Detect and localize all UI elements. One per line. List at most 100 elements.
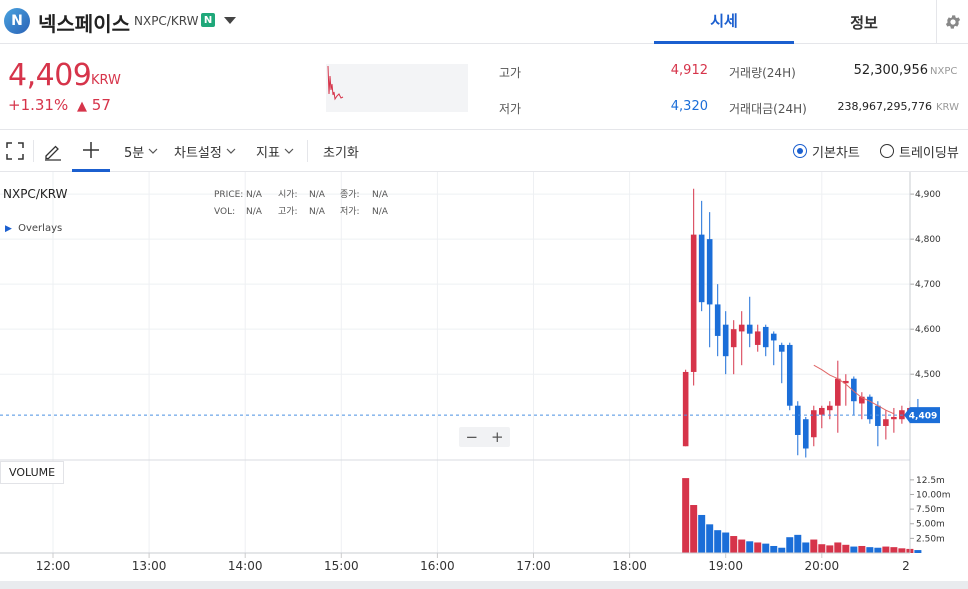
candle-body: [698, 234, 705, 303]
amount-24h-unit: KRW: [936, 102, 959, 113]
volume-bar: [770, 545, 778, 553]
volume-bar: [842, 544, 850, 553]
tradingview-radio[interactable]: 트레이딩뷰: [880, 130, 959, 172]
draw-pencil-icon[interactable]: [43, 130, 63, 172]
radio-selected-icon: [793, 144, 807, 158]
legend-vol-value: N/A: [246, 207, 262, 217]
y-axis-label: 4,600: [915, 325, 941, 335]
basic-chart-label: 기본차트: [812, 145, 860, 161]
chevron-down-icon: [226, 148, 236, 154]
candle-body: [738, 324, 745, 332]
y-axis-label: 4,700: [915, 280, 941, 290]
reset-button[interactable]: 초기화: [323, 130, 359, 172]
chart-svg[interactable]: 12:00 13:00 14:00 15:00 16:00 17:00 18:00 19:00…: [0, 172, 968, 580]
volume-bar: [810, 539, 818, 553]
overlays-label: Overlays: [18, 223, 63, 234]
legend-price-label: PRICE:: [214, 190, 244, 200]
coin-selector-caret-icon[interactable]: [224, 17, 236, 24]
x-axis-label: 19:00: [708, 559, 743, 573]
header: N 넥스페이스 NXPC/KRW N 시세 정보: [0, 0, 968, 44]
tab-price[interactable]: 시세: [654, 0, 794, 44]
zoom-in-button[interactable]: +: [485, 427, 511, 447]
candle-body: [802, 419, 809, 449]
volume-bar: [730, 536, 738, 553]
overlays-toggle[interactable]: ▶ Overlays: [5, 223, 62, 234]
volume-bar: [762, 543, 770, 553]
volume-axis-label: 10.00m: [916, 490, 951, 500]
candle-body: [770, 333, 777, 341]
x-axis-label: 12:00: [36, 559, 71, 573]
price-chart[interactable]: 12:00 13:00 14:00 15:00 16:00 17:00 18:00 19:00…: [0, 172, 968, 580]
candle-body: [810, 410, 817, 438]
volume-bar: [698, 514, 706, 553]
current-price: 4,409: [8, 58, 92, 93]
volume-axis-label: 7.50m: [916, 505, 945, 515]
indicators-dropdown[interactable]: 지표: [256, 130, 294, 172]
volume-bar: [738, 539, 746, 553]
sparkline-svg: [327, 65, 344, 101]
candle-body: [794, 405, 801, 435]
volume-bar: [882, 546, 890, 553]
volume-24h-label: 거래량(24H): [729, 66, 796, 80]
candle-body: [730, 329, 737, 348]
candle-body: [722, 324, 729, 357]
bottom-scroll-strip[interactable]: [0, 581, 968, 589]
x-axis-label: 20:00: [805, 559, 840, 573]
volume-bar: [722, 532, 730, 553]
candle-body: [819, 407, 825, 415]
legend-price-value: N/A: [246, 190, 262, 200]
legend-high-value: N/A: [309, 207, 325, 217]
legend-labels-col1: PRICE: VOL:: [214, 187, 243, 221]
volume-24h-unit: NXPC: [930, 66, 958, 77]
settings-gear-icon[interactable]: [936, 0, 968, 44]
chart-settings-label: 차트설정: [174, 145, 222, 161]
legend-labels-col3: 종가: 저가:: [340, 187, 360, 221]
zoom-control: − +: [459, 427, 510, 447]
volume-bar: [714, 530, 722, 553]
chevron-down-icon: [284, 148, 294, 154]
chevron-down-icon: [148, 148, 158, 154]
volume-bar: [746, 541, 754, 553]
volume-axis-label: 5.00m: [916, 520, 945, 530]
coin-pair[interactable]: NXPC/KRW: [134, 14, 198, 28]
zoom-out-button[interactable]: −: [459, 427, 485, 447]
fullscreen-icon[interactable]: [6, 130, 24, 172]
x-axis-label: 2: [902, 559, 910, 573]
chart-settings-dropdown[interactable]: 차트설정: [174, 130, 236, 172]
x-axis-label: 17:00: [516, 559, 551, 573]
volume-bar: [786, 537, 794, 553]
crosshair-icon[interactable]: [72, 130, 110, 172]
nexpace-logo-icon: N: [4, 8, 30, 34]
candle-body: [706, 239, 713, 305]
x-axis-label: 13:00: [132, 559, 167, 573]
coin-name[interactable]: 넥스페이스: [38, 8, 130, 37]
amount-24h-label: 거래대금(24H): [729, 102, 807, 116]
interval-dropdown[interactable]: 5분: [124, 130, 158, 172]
tab-info[interactable]: 정보: [794, 0, 934, 44]
radio-unselected-icon: [880, 144, 894, 158]
volume-bar: [890, 547, 898, 553]
volume-bar: [914, 550, 922, 553]
triangle-right-icon: ▶: [5, 224, 12, 234]
high-value: 4,912: [670, 63, 708, 78]
change-up-arrow-icon: ▲: [77, 99, 88, 114]
volume-bar: [834, 542, 842, 553]
legend-high-label: 고가:: [278, 207, 298, 217]
basic-chart-radio[interactable]: 기본차트: [793, 130, 860, 172]
toolbar-divider: [307, 140, 308, 162]
candle-body: [891, 416, 897, 420]
legend-close-label: 종가:: [340, 190, 360, 200]
candle-body: [827, 405, 833, 411]
volume-bar: [874, 547, 882, 553]
volume-bar: [778, 547, 786, 553]
x-axis-label: 18:00: [612, 559, 647, 573]
volume-bar: [898, 548, 906, 553]
indicators-label: 지표: [256, 145, 280, 161]
volume-axis-label: 12.5m: [916, 476, 945, 486]
legend-values-col3: N/A N/A: [372, 187, 388, 221]
volume-bar: [706, 524, 714, 553]
candle-body: [883, 419, 889, 426]
candle-body: [714, 304, 721, 336]
volume-bar: [682, 478, 690, 553]
legend-open-label: 시가:: [278, 190, 298, 200]
